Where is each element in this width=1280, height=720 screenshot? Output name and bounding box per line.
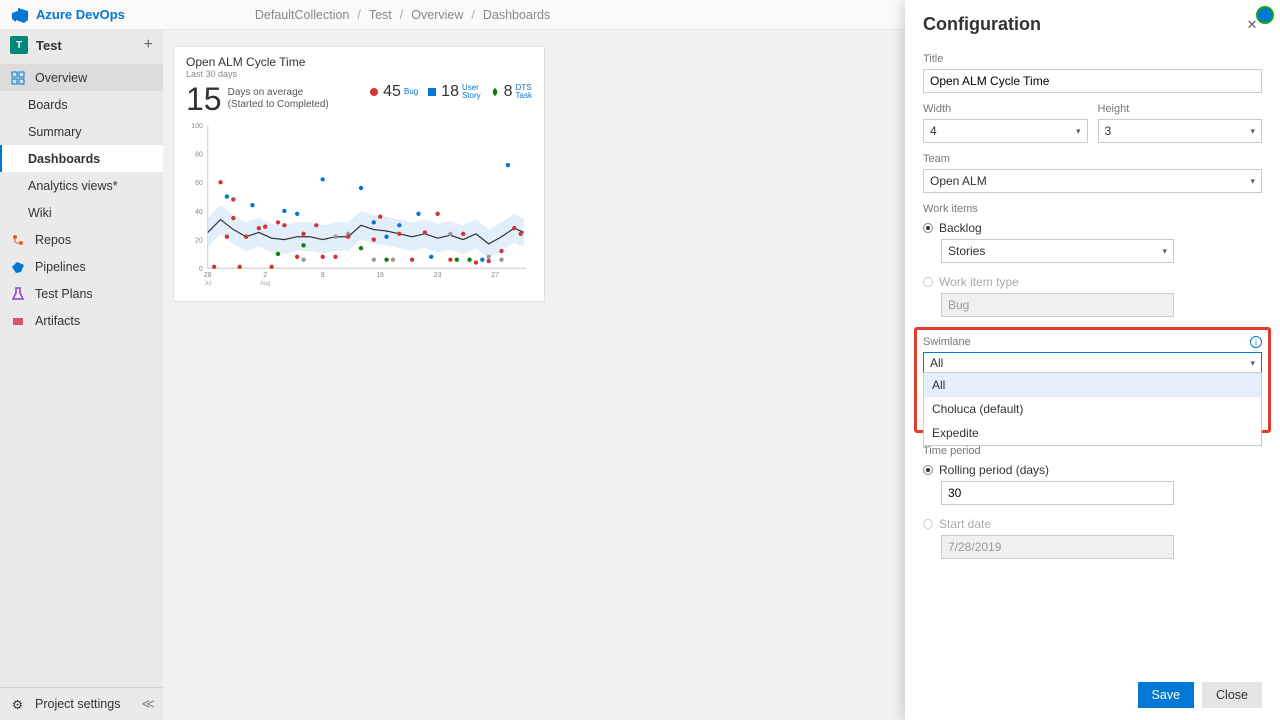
- label-width: Width: [923, 103, 1088, 115]
- radio-startdate[interactable]: Start date: [923, 517, 1262, 531]
- startdate-input: [941, 535, 1174, 559]
- widget-bignum: 15: [186, 83, 222, 115]
- svg-text:9: 9: [321, 272, 325, 279]
- testplans-icon: [10, 286, 25, 301]
- svg-text:16: 16: [376, 272, 384, 279]
- close-button[interactable]: Close: [1202, 682, 1262, 708]
- info-icon[interactable]: i: [1250, 336, 1262, 348]
- sidebar-item-wiki[interactable]: Wiki: [0, 199, 163, 226]
- crumb-collection[interactable]: DefaultCollection: [255, 8, 350, 22]
- svg-text:20: 20: [195, 238, 203, 245]
- svg-text:23: 23: [434, 272, 442, 279]
- crumb-dashboards[interactable]: Dashboards: [483, 8, 550, 22]
- project-badge: T: [10, 36, 28, 54]
- svg-text:2: 2: [263, 272, 267, 279]
- pipelines-icon: [10, 259, 25, 274]
- widget-title: Open ALM Cycle Time: [186, 55, 532, 69]
- sidebar-item-label: Overview: [35, 71, 87, 85]
- project-selector[interactable]: T Test +: [0, 30, 163, 60]
- widget-legend: 45 Bug 18 User Story 8 DTS Task: [368, 83, 532, 101]
- sidebar-item-testplans[interactable]: Test Plans: [0, 280, 163, 307]
- svg-text:60: 60: [195, 180, 203, 187]
- rolling-input[interactable]: [941, 481, 1174, 505]
- radio-icon: [923, 465, 933, 475]
- breadcrumb: DefaultCollection/ Test/ Overview/ Dashb…: [255, 8, 550, 22]
- sidebar-item-summary[interactable]: Summary: [0, 118, 163, 145]
- artifacts-icon: [10, 313, 25, 328]
- swimlane-select[interactable]: All ▾: [923, 352, 1262, 374]
- save-button[interactable]: Save: [1138, 682, 1195, 708]
- radio-icon: [923, 277, 933, 287]
- swimlane-highlight: Swimlane i All ▾ All Choluca (default) E…: [914, 327, 1271, 433]
- crumb-overview[interactable]: Overview: [411, 8, 463, 22]
- radio-icon: [923, 519, 933, 529]
- label-workitems: Work items: [923, 203, 1262, 215]
- swimlane-option-expedite[interactable]: Expedite: [924, 421, 1261, 445]
- svg-text:40: 40: [195, 209, 203, 216]
- workitemtype-select: Bug: [941, 293, 1174, 317]
- sidebar-item-dashboards[interactable]: Dashboards: [0, 145, 163, 172]
- repos-icon: [10, 232, 25, 247]
- task-icon: [489, 86, 501, 98]
- collapse-sidebar-icon[interactable]: ≪: [141, 696, 155, 712]
- panel-title: Configuration: [923, 14, 1041, 35]
- chevron-down-icon: ▾: [1076, 126, 1081, 137]
- svg-text:80: 80: [195, 152, 203, 159]
- chevron-down-icon: ▾: [1250, 126, 1255, 137]
- legend-bug: 45 Bug: [368, 83, 418, 101]
- cycle-time-chart: 0 20 40 60 80 100 28 Jul 2 Aug 9 16 23 27: [186, 119, 532, 289]
- user-avatar[interactable]: [1256, 6, 1274, 24]
- widget-bigdesc: Days on average (Started to Completed): [228, 87, 329, 111]
- cycle-time-widget[interactable]: Open ALM Cycle Time Last 30 days 15 Days…: [173, 46, 545, 302]
- chevron-down-icon: ▾: [1250, 176, 1255, 187]
- chevron-down-icon: ▾: [1162, 246, 1167, 257]
- bug-icon: [368, 86, 380, 98]
- svg-text:27: 27: [491, 272, 499, 279]
- svg-text:0: 0: [199, 266, 203, 273]
- svg-text:Aug: Aug: [260, 281, 271, 287]
- config-panel: Configuration ✕ Title Width 4▾ Height 3▾…: [905, 0, 1280, 720]
- radio-rolling[interactable]: Rolling period (days): [923, 463, 1262, 477]
- label-swimlane: Swimlane i: [923, 336, 1262, 348]
- add-icon[interactable]: +: [144, 36, 153, 54]
- title-input[interactable]: [923, 69, 1262, 93]
- sidebar-item-artifacts[interactable]: Artifacts: [0, 307, 163, 334]
- height-select[interactable]: 3▾: [1098, 119, 1263, 143]
- sidebar-item-analytics[interactable]: Analytics views*: [0, 172, 163, 199]
- label-height: Height: [1098, 103, 1263, 115]
- azure-devops-icon: [12, 7, 28, 23]
- sidebar-item-repos[interactable]: Repos: [0, 226, 163, 253]
- radio-workitemtype[interactable]: Work item type: [923, 275, 1262, 289]
- radio-icon: [923, 223, 933, 233]
- chevron-down-icon: ▾: [1250, 358, 1255, 369]
- swimlane-dropdown: All Choluca (default) Expedite: [923, 372, 1262, 446]
- crumb-project[interactable]: Test: [369, 8, 392, 22]
- widget-subtitle: Last 30 days: [186, 69, 532, 79]
- sidebar-item-boards[interactable]: Boards: [0, 91, 163, 118]
- backlog-select[interactable]: Stories▾: [941, 239, 1174, 263]
- sidebar-item-settings[interactable]: ⚙ Project settings: [0, 688, 163, 720]
- sidebar-item-overview[interactable]: Overview: [0, 64, 163, 91]
- label-title: Title: [923, 53, 1262, 65]
- svg-text:Jul: Jul: [204, 281, 212, 287]
- project-name: Test: [36, 38, 136, 53]
- swimlane-option-choluca[interactable]: Choluca (default): [924, 397, 1261, 421]
- width-select[interactable]: 4▾: [923, 119, 1088, 143]
- overview-icon: [10, 70, 25, 85]
- swimlane-option-all[interactable]: All: [924, 373, 1261, 397]
- radio-backlog[interactable]: Backlog: [923, 221, 1262, 235]
- legend-story: 18 User Story: [426, 83, 480, 101]
- gear-icon: ⚙: [10, 697, 25, 712]
- legend-task: 8 DTS Task: [489, 83, 532, 101]
- story-icon: [426, 86, 438, 98]
- team-select[interactable]: Open ALM▾: [923, 169, 1262, 193]
- label-team: Team: [923, 153, 1262, 165]
- sidebar-item-pipelines[interactable]: Pipelines: [0, 253, 163, 280]
- label-timeperiod: Time period: [923, 445, 1262, 457]
- brand[interactable]: Azure DevOps: [36, 7, 125, 22]
- svg-text:28: 28: [204, 272, 212, 279]
- svg-text:100: 100: [191, 123, 203, 130]
- sidebar: T Test + Overview Boards Summary Dashboa…: [0, 30, 163, 720]
